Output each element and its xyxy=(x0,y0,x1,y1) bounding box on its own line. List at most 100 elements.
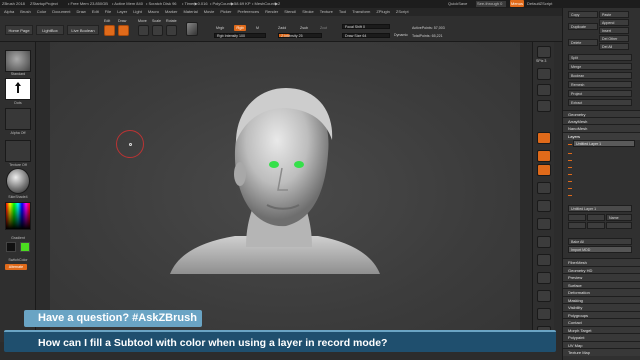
project-menu[interactable]: Project xyxy=(568,90,632,97)
layers-menu[interactable]: Layers xyxy=(563,132,640,140)
layer-down-button[interactable] xyxy=(587,222,605,229)
default-zscript-button[interactable]: DefaultZScript xyxy=(527,0,552,8)
menus-button[interactable]: Menus xyxy=(510,0,524,7)
alpha-icon[interactable] xyxy=(5,108,31,130)
del-all-button[interactable]: Del All xyxy=(599,43,629,50)
secondary-color-swatch[interactable] xyxy=(20,242,30,252)
menu-render[interactable]: Render xyxy=(265,8,278,16)
import-mdd-button[interactable]: Import MDD xyxy=(568,246,632,253)
stroke-icon[interactable] xyxy=(5,78,31,100)
menu-stroke[interactable]: Stroke xyxy=(302,8,314,16)
menu-light[interactable]: Light xyxy=(133,8,142,16)
standard-brush-icon[interactable] xyxy=(5,50,31,72)
rgb-intensity-slider[interactable]: Rgb Intensity 100 xyxy=(214,33,266,38)
color-picker[interactable] xyxy=(5,202,31,230)
m-button[interactable]: M xyxy=(256,26,259,30)
home-page-button[interactable]: Home Page xyxy=(5,25,33,35)
insert-button[interactable]: Insert xyxy=(599,27,629,34)
menu-document[interactable]: Document xyxy=(52,8,70,16)
boolean-menu[interactable]: Boolean xyxy=(568,72,632,79)
layer-dup-button[interactable] xyxy=(587,214,605,221)
rotate-view-button[interactable] xyxy=(537,254,551,266)
head-sculpt[interactable] xyxy=(50,42,520,342)
material-icon[interactable] xyxy=(6,168,30,194)
layer-add-button[interactable] xyxy=(568,214,586,221)
menu-tool[interactable]: Tool xyxy=(339,8,346,16)
local-button[interactable] xyxy=(537,164,551,176)
menu-material[interactable]: Material xyxy=(183,8,197,16)
frame-button[interactable] xyxy=(537,200,551,212)
menu-zplugin[interactable]: ZPlugin xyxy=(376,8,390,16)
alternate-button[interactable]: Alternate xyxy=(5,264,27,270)
line-fill-button[interactable] xyxy=(537,272,551,284)
zadd-button[interactable]: Zadd xyxy=(278,26,286,30)
lightbox-button[interactable]: LightBox xyxy=(36,25,64,35)
split-menu[interactable]: Split xyxy=(568,54,632,61)
move-mode-button[interactable] xyxy=(138,25,149,36)
live-boolean-button[interactable]: Live Boolean xyxy=(67,25,99,35)
menu-transform[interactable]: Transform xyxy=(352,8,370,16)
menu-layer[interactable]: Layer xyxy=(117,8,127,16)
move-view-button[interactable] xyxy=(537,218,551,230)
persp-button[interactable] xyxy=(537,132,551,144)
zcut-button[interactable]: Zcut xyxy=(320,26,327,30)
menu-color[interactable]: Color xyxy=(37,8,47,16)
switch-color-button[interactable]: SwitchColor xyxy=(0,258,36,262)
extract-menu[interactable]: Extract xyxy=(568,99,632,106)
actual-size-icon[interactable] xyxy=(537,100,551,112)
layer-del-button[interactable] xyxy=(606,222,632,229)
merge-menu[interactable]: Merge xyxy=(568,63,632,70)
edit-mode-button[interactable] xyxy=(104,25,115,36)
scroll-icon[interactable] xyxy=(537,68,551,80)
menu-movie[interactable]: Movie xyxy=(204,8,215,16)
zoom-icon[interactable] xyxy=(537,84,551,96)
palette-section-texture-map[interactable]: Texture Map xyxy=(563,348,640,356)
menu-file[interactable]: File xyxy=(105,8,111,16)
duplicate-button[interactable]: Duplicate xyxy=(568,23,598,30)
draw-size-slider[interactable]: Draw Size 64 xyxy=(342,33,390,38)
remesh-menu[interactable]: Remesh xyxy=(568,81,632,88)
menu-alpha[interactable]: Alpha xyxy=(4,8,14,16)
lsym-button[interactable] xyxy=(537,182,551,194)
bake-all-button[interactable]: Bake All xyxy=(568,238,632,245)
material-swatch-icon[interactable] xyxy=(186,22,198,36)
menu-zscript[interactable]: ZScript xyxy=(396,8,409,16)
nanomesh-menu[interactable]: NanoMesh xyxy=(563,124,640,132)
menu-macro[interactable]: Macro xyxy=(148,8,159,16)
see-through-slider[interactable]: See-through 0 xyxy=(476,1,506,7)
scale-mode-button[interactable] xyxy=(152,25,163,36)
copy-button[interactable]: Copy xyxy=(568,11,598,18)
del-other-button[interactable]: Del Other xyxy=(599,35,629,42)
bpr-render-button[interactable] xyxy=(537,46,551,58)
delete-button[interactable]: Delete xyxy=(568,39,598,46)
menu-stencil[interactable]: Stencil xyxy=(284,8,296,16)
texture-icon[interactable] xyxy=(5,140,31,162)
layer-row-1[interactable]: Untitled Layer 1 xyxy=(573,140,635,147)
append-button[interactable]: Append xyxy=(599,19,629,26)
zoom3d-button[interactable] xyxy=(537,236,551,248)
menu-preferences[interactable]: Preferences xyxy=(238,8,260,16)
current-layer-slider[interactable]: Untitled Layer 1 xyxy=(568,205,632,212)
menu-picker[interactable]: Picker xyxy=(220,8,231,16)
polyf-button[interactable] xyxy=(537,290,551,302)
menu-edit[interactable]: Edit xyxy=(92,8,99,16)
canvas-viewport[interactable] xyxy=(50,42,520,342)
layer-name-button[interactable]: Name xyxy=(606,214,632,221)
menu-texture[interactable]: Texture xyxy=(320,8,333,16)
zsub-button[interactable]: Zsub xyxy=(300,26,308,30)
main-color-swatch[interactable] xyxy=(6,242,16,252)
draw-mode-button[interactable] xyxy=(118,25,129,36)
quicksave-button[interactable]: QuickSave xyxy=(448,0,467,8)
transp-button[interactable] xyxy=(537,308,551,320)
dynamic-button[interactable]: Dynamic xyxy=(394,33,408,37)
focal-shift-slider[interactable]: Focal Shift 0 xyxy=(342,24,390,29)
menu-brush[interactable]: Brush xyxy=(20,8,30,16)
rotate-mode-button[interactable] xyxy=(166,25,177,36)
layer-up-button[interactable] xyxy=(568,222,586,229)
menu-marker[interactable]: Marker xyxy=(165,8,177,16)
rgb-button[interactable]: Rgb xyxy=(234,25,246,31)
mrgb-button[interactable]: Mrgb xyxy=(216,26,224,30)
floor-button[interactable] xyxy=(537,150,551,162)
paste-button[interactable]: Paste xyxy=(599,11,629,18)
z-intensity-slider[interactable]: Z Intensity 25 xyxy=(278,33,322,38)
